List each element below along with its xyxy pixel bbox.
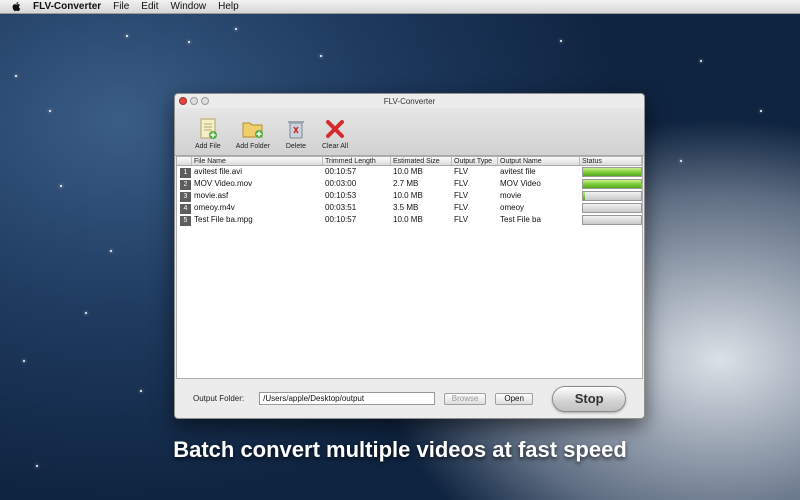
cell-trimmed-length: 00:10:57: [325, 215, 357, 224]
promo-caption: Batch convert multiple videos at fast sp…: [173, 437, 627, 462]
add-file-button[interactable]: Add File: [195, 118, 221, 150]
menu-file[interactable]: File: [113, 1, 129, 12]
table-row[interactable]: 2 MOV Video.mov 00:03:00 2.7 MB FLV MOV …: [177, 178, 642, 190]
row-number: 2: [180, 180, 191, 190]
column-header-estimated-size[interactable]: Estimated Size: [391, 157, 452, 165]
cell-output-type[interactable]: FLV: [452, 202, 498, 214]
table-row[interactable]: 1 avitest file.avi 00:10:57 10.0 MB FLV …: [177, 166, 642, 178]
column-header-index[interactable]: [177, 157, 192, 165]
cell-estimated-size: 10.0 MB: [393, 191, 423, 200]
browse-button[interactable]: Browse: [444, 392, 487, 405]
cell-output-type[interactable]: FLV: [452, 190, 498, 202]
close-window-button[interactable]: [179, 97, 187, 105]
add-folder-button[interactable]: Add Folder: [236, 118, 270, 150]
cell-trimmed-length: 00:10:57: [325, 167, 357, 176]
row-number: 1: [180, 168, 191, 178]
file-table: File Name Trimmed Length Estimated Size …: [176, 156, 643, 379]
cell-estimated-size: 10.0 MB: [393, 215, 423, 224]
zoom-window-button[interactable]: [201, 97, 209, 105]
status-progress-bar: [582, 203, 642, 213]
clear-all-label: Clear All: [321, 143, 349, 150]
status-progress-bar: [582, 179, 642, 189]
column-header-output-name[interactable]: Output Name: [498, 157, 580, 165]
cell-output-name[interactable]: Test File ba: [498, 214, 580, 226]
add-file-label: Add File: [195, 143, 221, 150]
cell-trimmed-length: 00:10:53: [325, 191, 357, 200]
table-row[interactable]: 3 movie.asf 00:10:53 10.0 MB FLV movie: [177, 190, 642, 202]
menu-window[interactable]: Window: [171, 1, 207, 12]
window-controls: [179, 97, 209, 105]
stop-button[interactable]: Stop: [552, 385, 627, 412]
cell-estimated-size: 10.0 MB: [393, 167, 423, 176]
apple-logo-icon[interactable]: [9, 0, 23, 14]
cell-estimated-size: 2.7 MB: [393, 179, 419, 188]
menu-help[interactable]: Help: [218, 1, 239, 12]
cell-output-name[interactable]: MOV Video: [498, 178, 580, 190]
toolbar: Add File Add Folder Delete Clear All: [175, 108, 644, 156]
menu-bar: FLV-Converter File Edit Window Help: [0, 0, 800, 14]
status-progress-bar: [582, 191, 642, 201]
column-header-status[interactable]: Status: [580, 157, 642, 165]
app-window: FLV-Converter Add File Add Folder Delete…: [174, 93, 645, 419]
red-x-icon: [324, 118, 346, 140]
row-number: 3: [180, 192, 191, 202]
cell-output-name[interactable]: movie: [498, 190, 580, 202]
menu-edit[interactable]: Edit: [141, 1, 158, 12]
cell-file-name: omeoy.m4v: [194, 203, 235, 212]
cell-trimmed-length: 00:03:00: [325, 179, 357, 188]
title-bar[interactable]: FLV-Converter: [175, 94, 644, 108]
cell-file-name: avitest file.avi: [194, 167, 243, 176]
add-folder-icon: [242, 118, 264, 140]
delete-button[interactable]: Delete: [285, 118, 307, 150]
minimize-window-button[interactable]: [190, 97, 198, 105]
column-header-trimmed-length[interactable]: Trimmed Length: [323, 157, 391, 165]
status-progress-bar: [582, 167, 642, 177]
table-row[interactable]: 4 omeoy.m4v 00:03:51 3.5 MB FLV omeoy: [177, 202, 642, 214]
output-folder-input[interactable]: [259, 392, 436, 405]
table-row[interactable]: 5 Test File ba.mpg 00:10:57 10.0 MB FLV …: [177, 214, 642, 226]
row-number: 5: [180, 216, 191, 226]
cell-file-name: Test File ba.mpg: [194, 215, 253, 224]
status-progress-bar: [582, 215, 642, 225]
trash-icon: [285, 118, 307, 140]
column-header-output-type[interactable]: Output Type: [452, 157, 498, 165]
cell-output-type[interactable]: FLV: [452, 166, 498, 178]
cell-output-name[interactable]: avitest file: [498, 166, 580, 178]
cell-output-name[interactable]: omeoy: [498, 202, 580, 214]
clear-all-button[interactable]: Clear All: [322, 118, 348, 150]
cell-output-type[interactable]: FLV: [452, 214, 498, 226]
cell-file-name: MOV Video.mov: [194, 179, 253, 188]
cell-trimmed-length: 00:03:51: [325, 203, 357, 212]
delete-label: Delete: [285, 143, 307, 150]
column-header-file-name[interactable]: File Name: [192, 157, 323, 165]
window-title: FLV-Converter: [383, 96, 436, 106]
add-file-icon: [197, 118, 219, 140]
row-number: 4: [180, 204, 191, 214]
menu-app-name[interactable]: FLV-Converter: [33, 1, 101, 12]
output-bar: Output Folder: Browse Open Stop: [175, 379, 644, 418]
add-folder-label: Add Folder: [235, 143, 270, 150]
cell-file-name: movie.asf: [194, 191, 229, 200]
table-header: File Name Trimmed Length Estimated Size …: [177, 157, 642, 166]
cell-estimated-size: 3.5 MB: [393, 203, 419, 212]
open-button[interactable]: Open: [495, 392, 534, 405]
output-folder-label: Output Folder:: [193, 394, 245, 403]
cell-output-type[interactable]: FLV: [452, 178, 498, 190]
